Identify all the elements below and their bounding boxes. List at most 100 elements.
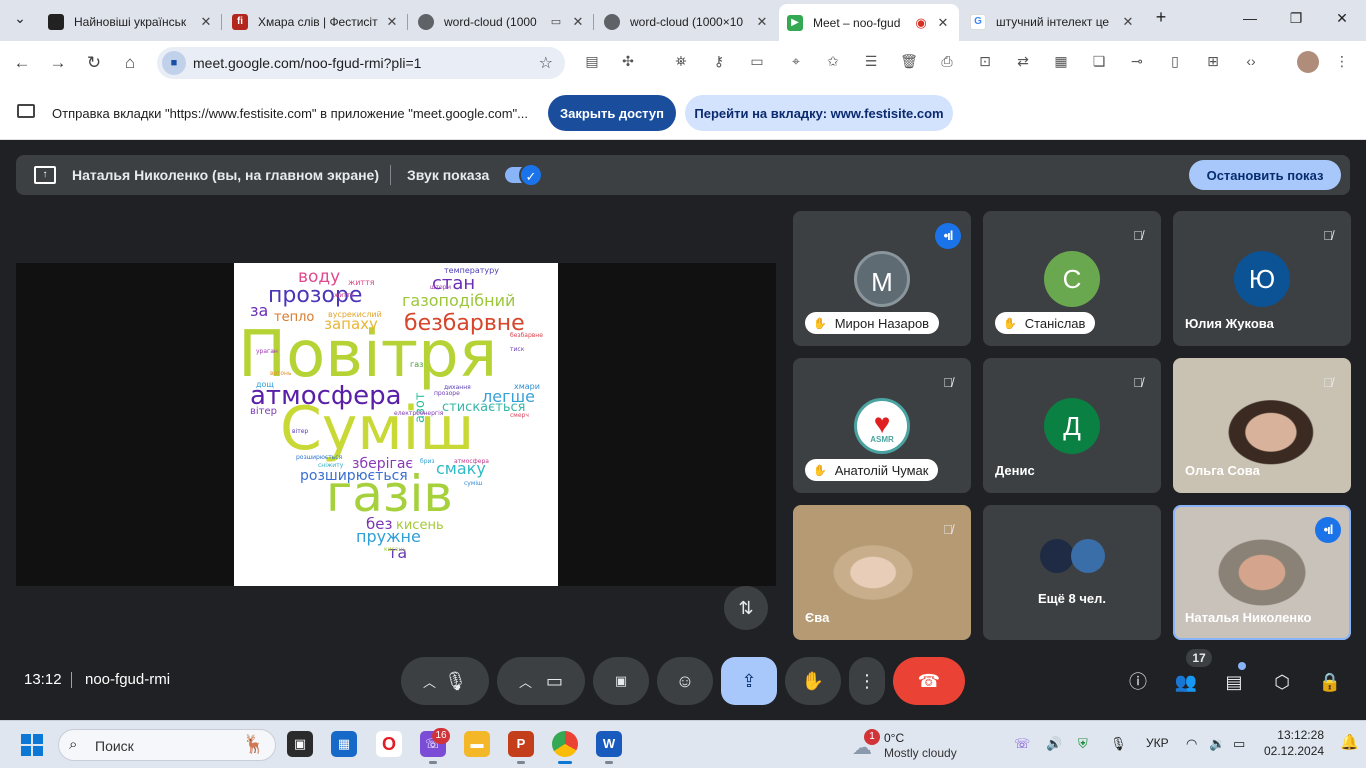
plus-icon[interactable]: +	[1149, 7, 1173, 28]
star-icon[interactable]: ✩	[823, 53, 843, 70]
task-view-icon[interactable]: ▣	[287, 731, 313, 757]
participant-tile[interactable]: ♥ ASMR 🎙̸ ✋ Анатолій Чумак	[793, 358, 971, 493]
print-icon[interactable]: ⎙	[937, 53, 957, 70]
chrome-icon[interactable]	[552, 731, 578, 764]
language-indicator[interactable]: УКР	[1146, 736, 1169, 750]
browser-tab-meet-active[interactable]: ▶ Meet – noo-fgud ◉ ✕	[779, 4, 959, 41]
close-icon[interactable]: ✕	[198, 14, 214, 30]
taskbar-search[interactable]: ⌕ Поиск 🦌	[58, 729, 276, 761]
bookmark-star-icon[interactable]: ☆	[539, 53, 553, 73]
captions-button[interactable]: ▣	[593, 657, 649, 705]
camera-button[interactable]: ︿ ▭	[497, 657, 585, 705]
info-icon[interactable]: ⓘ	[1124, 668, 1152, 696]
code-icon[interactable]: ‹›	[1241, 53, 1261, 69]
close-icon[interactable]: ✕	[1120, 14, 1136, 30]
powerpoint-icon[interactable]: P	[508, 731, 534, 764]
security-tray-icon[interactable]: ⛨	[1078, 736, 1088, 752]
media-icon[interactable]: ▭	[548, 15, 564, 28]
participant-name: Ольга Сова	[1185, 462, 1260, 478]
screenshot-icon[interactable]: ⊡	[975, 53, 995, 70]
close-icon[interactable]: ✕	[754, 14, 770, 30]
hand-icon: ✋	[801, 670, 825, 691]
translate-icon[interactable]: ⇄	[1013, 53, 1033, 70]
clock-time[interactable]: 13:12:28	[1270, 728, 1324, 742]
card-icon[interactable]: ▭	[747, 53, 767, 70]
grid-icon[interactable]: ⊞	[1203, 53, 1223, 70]
microphone-tray-icon[interactable]: 🎙	[1110, 736, 1127, 752]
menu-dots-icon[interactable]: ⋮	[1332, 53, 1352, 70]
link-icon[interactable]: ⊸	[1127, 53, 1147, 70]
viber-tray-icon[interactable]: ☏	[1014, 736, 1030, 752]
browser-tab-1[interactable]: Найновіші українськ ✕	[40, 6, 222, 37]
chat-icon[interactable]: ▤	[1220, 668, 1248, 696]
address-bar[interactable]: ■ meet.google.com/noo-fgud-rmi?pli=1 ☆	[157, 47, 565, 79]
word: азот	[413, 392, 428, 423]
more-options-button[interactable]: ⋮	[849, 657, 885, 705]
pdf-icon[interactable]: ▤	[582, 53, 602, 70]
restore-icon[interactable]: ❐	[1284, 10, 1308, 27]
check-icon[interactable]: ✓	[519, 163, 543, 187]
participant-video-tile[interactable]: 🎙̸ Ольга Сова	[1173, 358, 1351, 493]
word-icon[interactable]: W	[596, 731, 622, 764]
reader-icon[interactable]: ❏	[1089, 53, 1109, 70]
raise-hand-button[interactable]: ✋	[785, 657, 841, 705]
participant-name: Денис	[995, 462, 1035, 478]
microphone-button[interactable]: ︿ 🎙	[401, 657, 489, 705]
chevron-up-icon[interactable]: ︿	[519, 672, 532, 691]
activities-icon[interactable]: ⬡	[1268, 668, 1296, 696]
back-icon[interactable]: ←	[12, 53, 32, 73]
goto-tab-button[interactable]: Перейти на вкладку: www.festisite.com	[685, 95, 953, 131]
chevron-up-icon[interactable]: ︿	[423, 672, 436, 691]
participant-tile[interactable]: Д 🎙̸ Денис	[983, 358, 1161, 493]
participant-video-tile-self[interactable]: •ıl Наталья Николенко	[1173, 505, 1351, 640]
speaker-icon[interactable]: 🔉	[1209, 736, 1225, 752]
store-icon[interactable]: ▦	[331, 731, 357, 757]
close-icon[interactable]: ✕	[570, 14, 586, 30]
emoji-button[interactable]: ☺	[657, 657, 713, 705]
profile-avatar[interactable]	[1297, 51, 1319, 73]
close-icon[interactable]: ✕	[935, 15, 951, 31]
notification-bell-icon[interactable]: 🔔	[1340, 733, 1359, 751]
forward-icon[interactable]: →	[48, 53, 68, 73]
devices-icon[interactable]: ▯	[1165, 53, 1185, 70]
location-icon[interactable]: ⌖	[786, 53, 806, 70]
leave-call-button[interactable]: ☎	[893, 657, 965, 705]
wifi-icon[interactable]: ◠	[1186, 736, 1197, 752]
browser-tab-2[interactable]: fi Хмара слів | Фестисіт ✕	[224, 6, 408, 37]
browser-tab-6[interactable]: G штучний інтелект це ✕	[962, 6, 1144, 37]
qr-icon[interactable]: ▦	[1051, 53, 1071, 70]
folder-icon[interactable]: ▬	[464, 731, 490, 757]
battery-icon[interactable]: ▭	[1233, 736, 1245, 752]
camera-icon[interactable]: ■	[162, 51, 186, 75]
home-icon[interactable]: ⌂	[120, 53, 140, 73]
key-icon[interactable]: ⚷	[709, 53, 729, 70]
word: ураган	[256, 348, 278, 355]
minimize-icon[interactable]: —	[1238, 10, 1262, 26]
participant-tile[interactable]: Ю 🎙̸ Юлия Жукова	[1173, 211, 1351, 346]
swap-layout-icon[interactable]: ⇅	[724, 586, 768, 630]
word: суміш	[464, 480, 483, 487]
opera-icon[interactable]: O	[376, 731, 402, 757]
spy-icon[interactable]: ⛯	[671, 53, 691, 70]
stop-presenting-button[interactable]: Остановить показ	[1189, 160, 1341, 190]
clock-date[interactable]: 02.12.2024	[1264, 744, 1324, 758]
participant-tile[interactable]: М •ıl ✋ Мирон Назаров	[793, 211, 971, 346]
close-icon[interactable]: ✕	[384, 14, 400, 30]
host-controls-icon[interactable]: 🔒	[1316, 668, 1344, 696]
participant-video-tile[interactable]: 🎙̸ Єва	[793, 505, 971, 640]
trash-icon[interactable]: 🗑	[899, 53, 919, 70]
stop-sharing-button[interactable]: Закрыть доступ	[548, 95, 676, 131]
present-button[interactable]: ⇪	[721, 657, 777, 705]
puzzle-icon[interactable]: ✣	[618, 53, 638, 70]
participant-tile[interactable]: С 🎙̸ ✋ Станіслав	[983, 211, 1161, 346]
browser-tab-3[interactable]: word-cloud (1000 ▭ ✕	[410, 6, 594, 37]
notes-icon[interactable]: ☰	[861, 53, 881, 70]
windows-start-icon[interactable]	[21, 734, 43, 756]
more-participants-tile[interactable]: Ещё 8 чел.	[983, 505, 1161, 640]
browser-tab-4[interactable]: word-cloud (1000×10 ✕	[596, 6, 778, 37]
reload-icon[interactable]: ↻	[84, 53, 104, 73]
people-icon[interactable]: 👥	[1172, 668, 1200, 696]
volume-tray-icon[interactable]: 🔊	[1046, 736, 1062, 752]
tab-search-chevron-icon[interactable]: ⌄	[8, 10, 32, 27]
window-close-icon[interactable]: ✕	[1330, 10, 1354, 27]
